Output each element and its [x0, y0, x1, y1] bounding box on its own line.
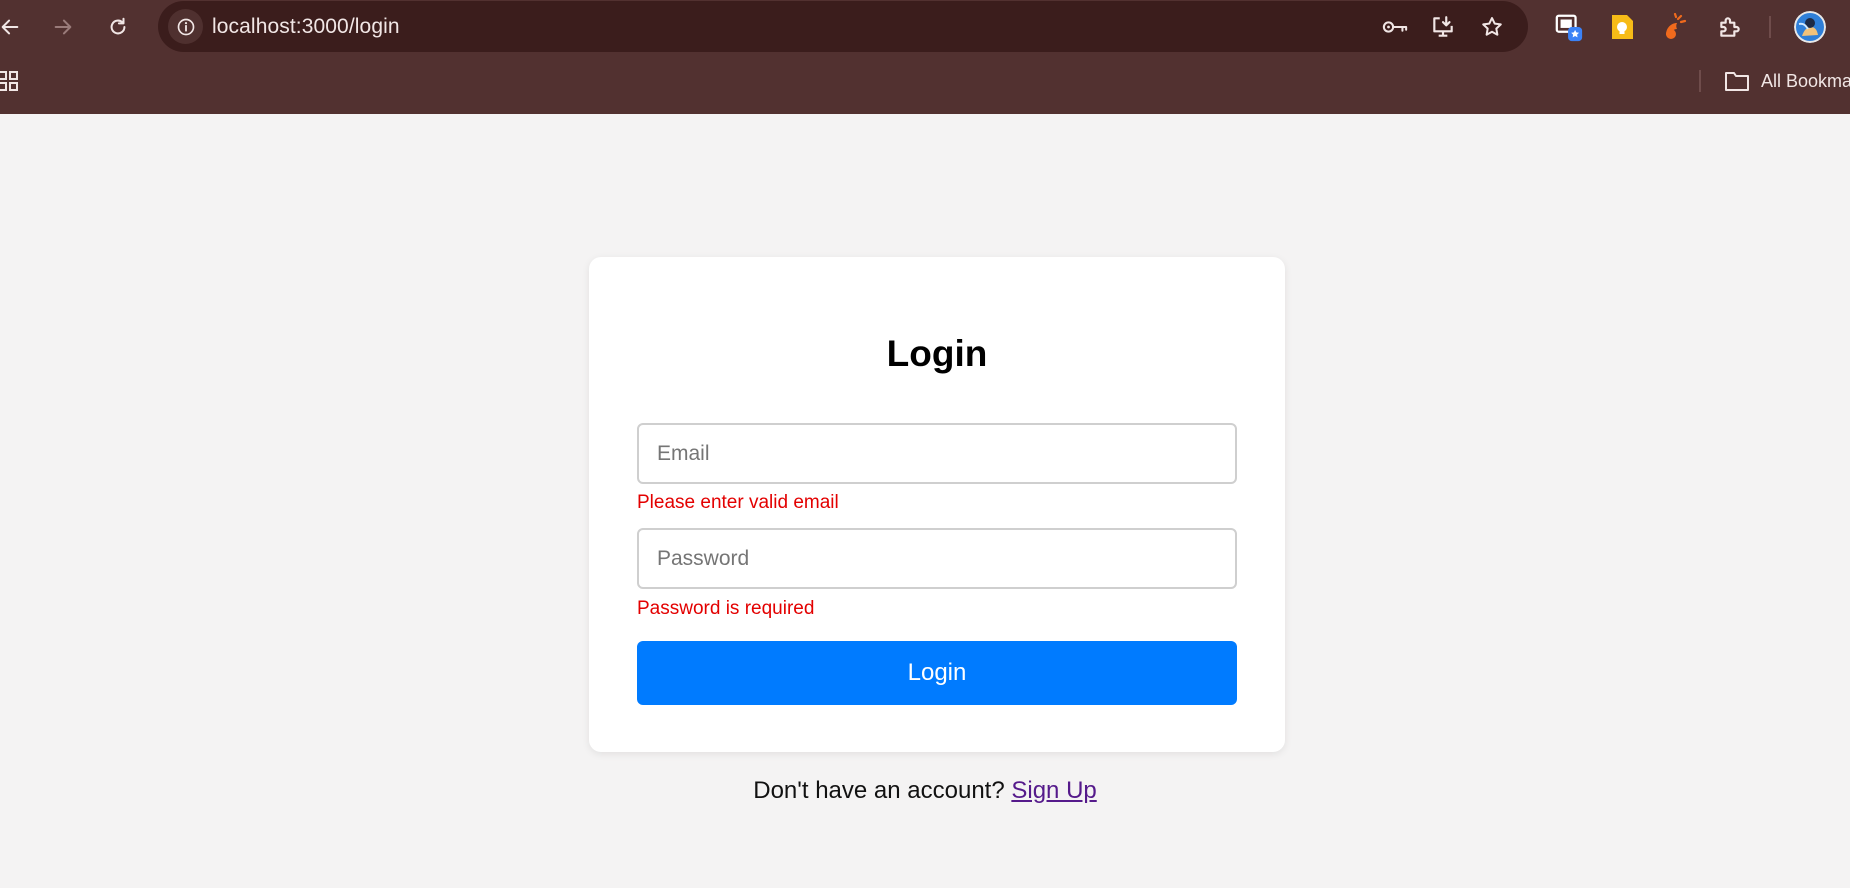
forward-icon	[54, 19, 72, 35]
install-app-button[interactable]	[1430, 14, 1456, 40]
login-card: Login Please enter valid email Password …	[589, 257, 1285, 752]
url-text[interactable]: localhost:3000/login	[212, 15, 400, 39]
bookmarks-divider	[1699, 70, 1701, 92]
all-bookmarks-label[interactable]: All Bookma	[1761, 71, 1850, 92]
reload-icon	[110, 17, 126, 35]
password-error-message: Password is required	[637, 598, 815, 619]
keep-extension-icon	[1612, 15, 1633, 39]
signup-prompt-text: Don't have an account?	[753, 777, 1005, 804]
email-error-message: Please enter valid email	[637, 492, 839, 513]
tab-search-extension-button[interactable]	[1554, 12, 1584, 42]
folder-icon	[1725, 72, 1749, 91]
site-info-icon	[177, 18, 194, 35]
forward-button[interactable]	[46, 10, 80, 44]
profile-avatar-icon	[1794, 11, 1826, 43]
extensions-puzzle-icon	[1720, 17, 1740, 37]
install-app-icon	[1433, 16, 1453, 37]
apps-button[interactable]	[0, 69, 20, 93]
bookmark-star-button[interactable]	[1479, 14, 1505, 40]
email-field[interactable]	[637, 423, 1237, 484]
page-title: Login	[886, 333, 988, 374]
browser-chrome: localhost:3000/login All Bookma	[0, 0, 1850, 114]
signup-link[interactable]: Sign Up	[1011, 777, 1096, 804]
reload-button[interactable]	[101, 10, 135, 44]
toolbar-divider	[1769, 16, 1771, 38]
login-button[interactable]: Login	[637, 641, 1237, 705]
site-info-button[interactable]	[168, 9, 203, 44]
orange-extension-button[interactable]	[1660, 12, 1690, 42]
signup-prompt: Don't have an account? Sign Up	[0, 777, 1850, 805]
apps-grid-icon	[0, 71, 18, 91]
keep-extension-button[interactable]	[1607, 12, 1637, 42]
password-manager-button[interactable]	[1382, 14, 1408, 40]
address-bar[interactable]: localhost:3000/login	[158, 1, 1528, 52]
password-field[interactable]	[637, 528, 1237, 589]
profile-avatar[interactable]	[1794, 11, 1826, 43]
password-key-icon	[1382, 21, 1408, 33]
bookmarks-bar: All Bookma	[0, 60, 1850, 102]
bookmark-star-icon	[1482, 17, 1502, 36]
browser-toolbar: localhost:3000/login	[0, 0, 1850, 54]
orange-extension-icon	[1666, 13, 1687, 39]
back-button[interactable]	[0, 10, 27, 44]
extensions-button[interactable]	[1715, 12, 1745, 42]
back-icon	[1, 19, 19, 35]
tab-search-extension-icon	[1555, 14, 1583, 42]
